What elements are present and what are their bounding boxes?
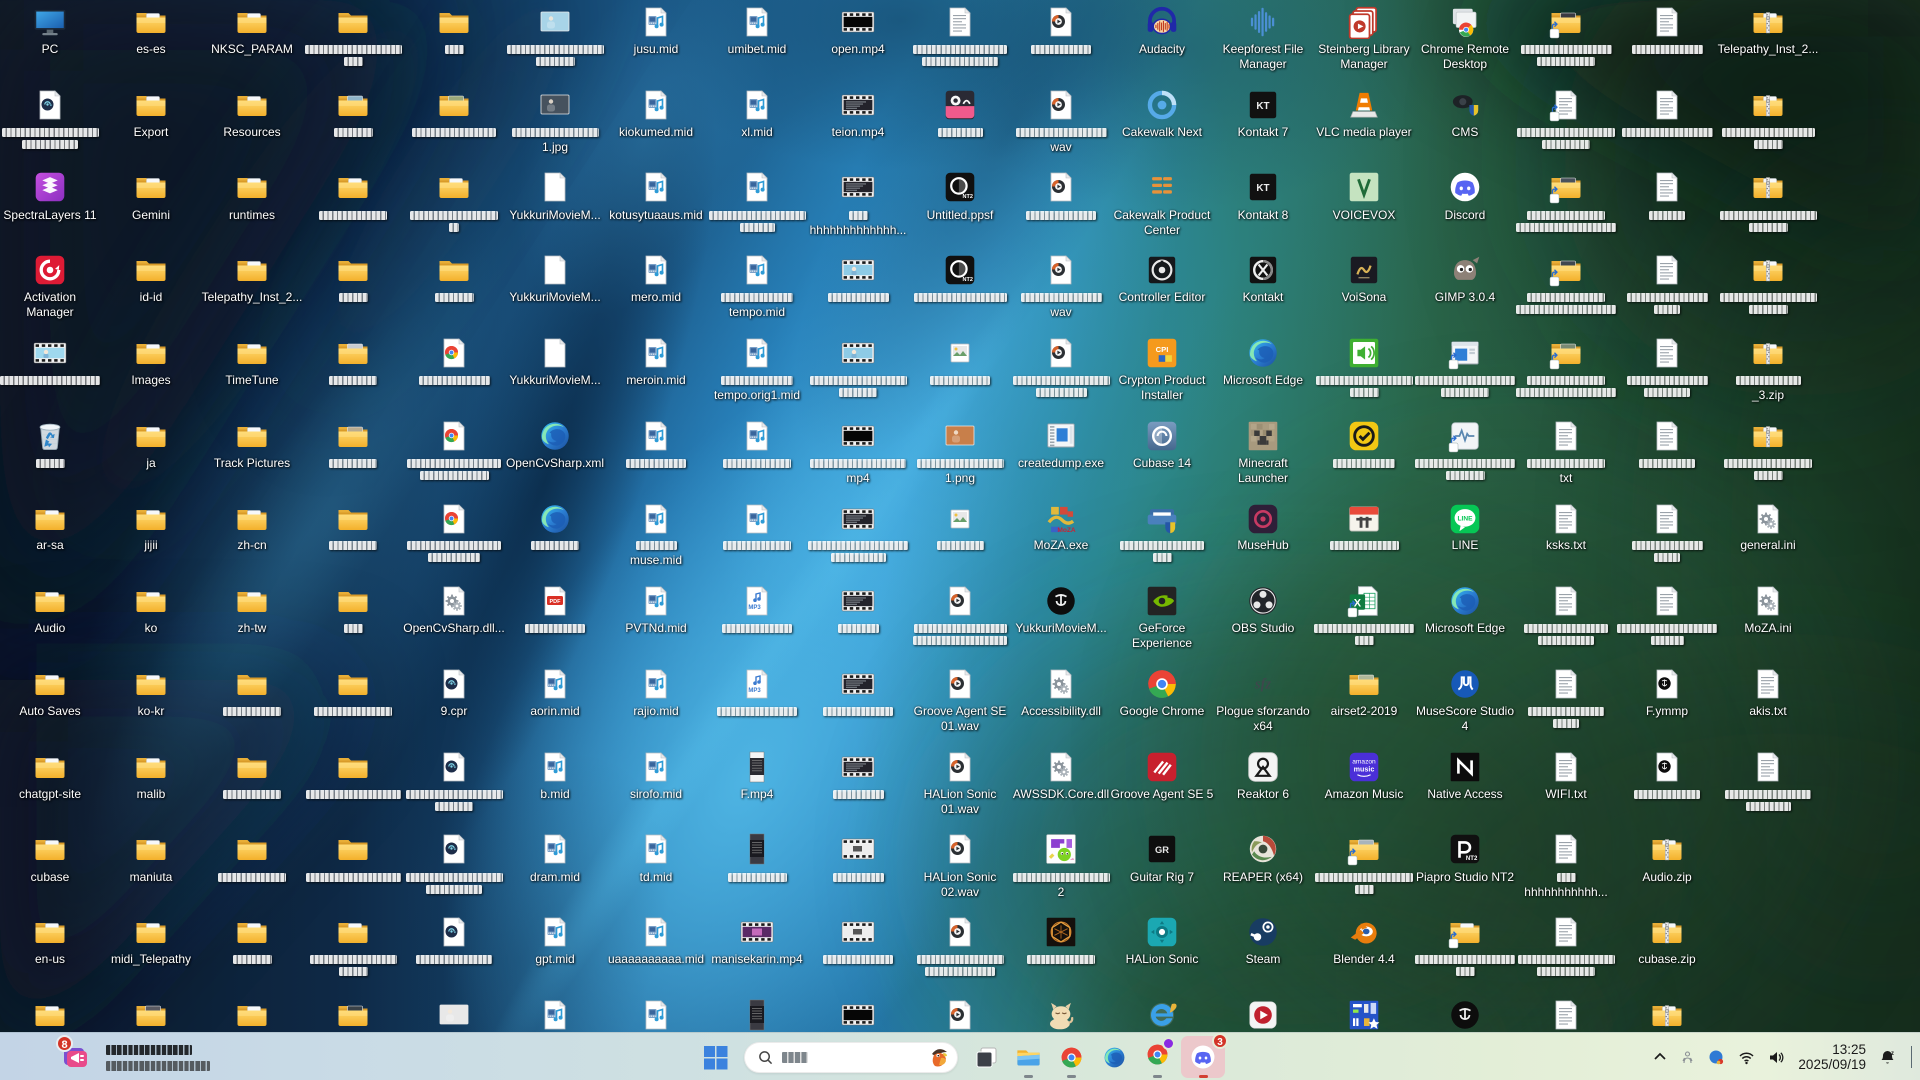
svg-text:LINE: LINE [1457,516,1473,523]
svg-text:KT: KT [1256,101,1269,112]
svg-text:NT2: NT2 [1466,856,1478,862]
svg-text:MoZA: MoZA [1057,527,1076,534]
svg-text:PDF: PDF [550,599,562,605]
svg-text:z: z [1891,1051,1894,1057]
svg-text:sfz: sfz [1254,676,1271,692]
svg-text:MP3: MP3 [748,688,761,694]
svg-text:NT2: NT2 [963,277,973,283]
svg-text:music: music [1354,765,1375,773]
svg-text:KT: KT [1256,183,1269,194]
svg-text:NT2: NT2 [963,194,973,200]
svg-text:MP3: MP3 [748,605,761,611]
svg-text:GR: GR [1155,845,1169,855]
svg-text:CPI: CPI [1156,345,1169,354]
